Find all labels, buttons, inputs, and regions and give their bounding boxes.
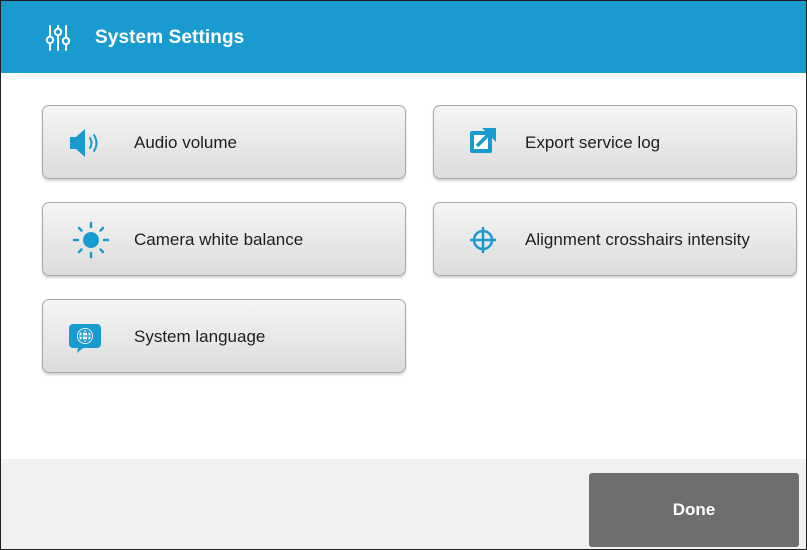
settings-window: System Settings Audio volume Export serv… — [0, 0, 807, 550]
alignment-crosshairs-intensity-label: Alignment crosshairs intensity — [525, 230, 750, 249]
crosshairs-icon — [470, 227, 496, 253]
camera-white-balance-button[interactable]: Camera white balance — [42, 202, 406, 276]
camera-white-balance-label: Camera white balance — [134, 230, 304, 249]
done-button[interactable]: Done — [589, 473, 799, 547]
alignment-crosshairs-intensity-button[interactable]: Alignment crosshairs intensity — [433, 202, 797, 276]
footer-bar: Done — [1, 459, 806, 549]
globe-speech-icon — [69, 324, 101, 353]
export-arrow-icon — [470, 128, 496, 153]
page-title: System Settings — [95, 27, 245, 48]
system-language-label: System language — [134, 327, 266, 346]
system-language-button[interactable]: System language — [42, 299, 406, 373]
audio-volume-label: Audio volume — [134, 133, 238, 152]
speaker-volume-icon — [70, 129, 98, 157]
settings-grid: Audio volume Export service log Camera w… — [1, 73, 806, 459]
header-bar: System Settings — [1, 1, 806, 73]
export-service-log-label: Export service log — [525, 133, 661, 152]
export-service-log-button[interactable]: Export service log — [433, 105, 797, 179]
sliders-icon — [45, 25, 71, 51]
audio-volume-button[interactable]: Audio volume — [42, 105, 406, 179]
sun-icon — [72, 221, 110, 259]
